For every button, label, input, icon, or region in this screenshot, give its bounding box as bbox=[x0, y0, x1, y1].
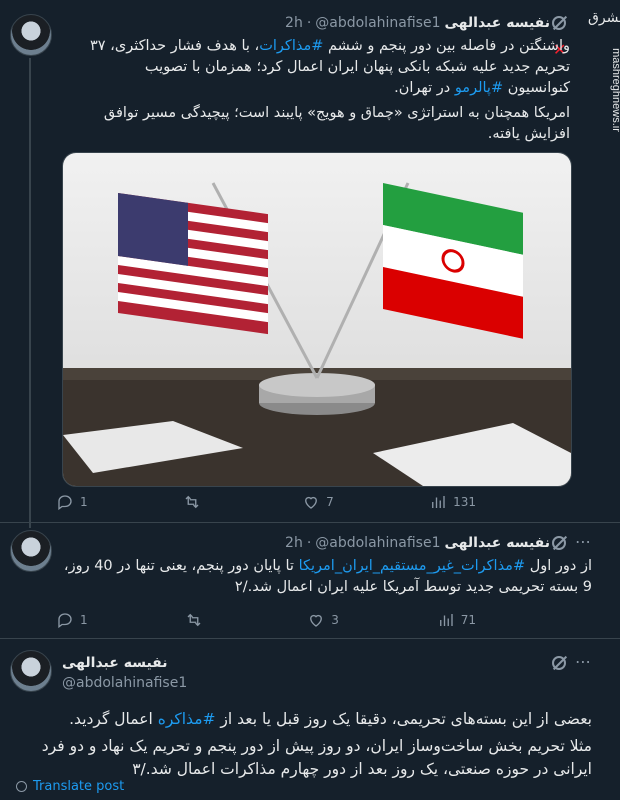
tweet-actions: 1 7 131 bbox=[56, 492, 476, 512]
reply-count: 1 bbox=[80, 495, 88, 509]
tweet-image[interactable] bbox=[62, 152, 572, 487]
hashtag-link[interactable]: #مذاکرات bbox=[259, 38, 323, 54]
like-button[interactable]: 3 bbox=[307, 610, 339, 630]
display-name[interactable]: نفیسه عبدالهی bbox=[445, 535, 551, 551]
retweet-icon bbox=[185, 495, 199, 509]
text-segment: بعضی از این بسته‌های تحریمی، دقیقا یک رو… bbox=[215, 710, 592, 728]
divider bbox=[0, 638, 620, 639]
hashtag-link[interactable]: #پالرمو bbox=[455, 80, 503, 96]
user-handle[interactable]: @abdolahinafise1 bbox=[315, 15, 440, 31]
tweet-paragraph: مثلا تحریم بخش ساخت‌وساز ایران، دو روز پ… bbox=[12, 735, 592, 781]
watermark: مشرق mashreghnews.ir bbox=[588, 10, 620, 132]
heart-icon bbox=[310, 614, 323, 627]
text-segment: از دور اول bbox=[525, 558, 592, 574]
tweet-paragraph: بعضی از این بسته‌های تحریمی، دقیقا یک رو… bbox=[12, 708, 592, 731]
retweet-button[interactable] bbox=[183, 492, 207, 512]
views-button[interactable]: 131 bbox=[429, 492, 476, 512]
tweet-actions: 1 3 71 bbox=[56, 610, 476, 630]
text-segment: امریکا همچنان به استراتژی «چماق و هویج» … bbox=[103, 105, 570, 142]
translate-post-link[interactable]: Translate post bbox=[16, 779, 124, 794]
tweet-header: نفیسه عبدالهی bbox=[62, 652, 168, 674]
like-count: 3 bbox=[331, 613, 339, 627]
timestamp[interactable]: 2h bbox=[285, 535, 303, 551]
tweet-text: بعضی از این بسته‌های تحریمی، دقیقا یک رو… bbox=[12, 708, 592, 785]
tweet-text: از دور اول #مذاکرات_غیر_مستقیم_ایران_امر… bbox=[60, 556, 592, 602]
avatar[interactable] bbox=[10, 530, 52, 572]
grok-icon[interactable] bbox=[552, 536, 566, 550]
grok-icon[interactable] bbox=[552, 656, 566, 670]
watermark-logo: مشرق bbox=[588, 10, 620, 26]
globe-icon bbox=[16, 781, 27, 792]
reply-icon bbox=[58, 495, 72, 511]
text-segment: در تهران. bbox=[394, 80, 455, 96]
timestamp[interactable]: 2h bbox=[285, 15, 303, 31]
views-icon bbox=[432, 496, 445, 508]
reply-count: 1 bbox=[80, 613, 88, 627]
views-count: 71 bbox=[460, 613, 476, 627]
heart-icon bbox=[305, 496, 318, 509]
retweet-icon bbox=[187, 613, 201, 627]
tweet-paragraph: از دور اول #مذاکرات_غیر_مستقیم_ایران_امر… bbox=[60, 556, 592, 598]
tweet-handle-row: @abdolahinafise1 bbox=[62, 672, 187, 694]
user-handle[interactable]: @abdolahinafise1 bbox=[315, 535, 440, 551]
display-name[interactable]: نفیسه عبدالهی bbox=[62, 655, 168, 671]
translate-label: Translate post bbox=[33, 779, 125, 794]
views-button[interactable]: 71 bbox=[437, 610, 476, 630]
thread-connector bbox=[29, 58, 31, 528]
reply-button[interactable]: 1 bbox=[56, 492, 88, 512]
tweet-text: واشنگتن در فاصله بین دور پنجم و ششم #مذا… bbox=[86, 36, 570, 149]
watermark-site: mashreghnews.ir bbox=[610, 48, 620, 132]
tweet-paragraph: واشنگتن در فاصله بین دور پنجم و ششم #مذا… bbox=[86, 36, 570, 99]
display-name[interactable]: نفیسه عبدالهی bbox=[445, 15, 551, 31]
reply-icon bbox=[58, 613, 72, 629]
views-icon bbox=[439, 614, 453, 626]
hashtag-link[interactable]: #مذاکرات_غیر_مستقیم_ایران_امریکا bbox=[299, 558, 526, 574]
flags-photo bbox=[63, 153, 571, 486]
tweet-header: 2h · @abdolahinafise1 نفیسه عبدالهی bbox=[56, 12, 550, 34]
text-segment: مثلا تحریم بخش ساخت‌وساز ایران، دو روز پ… bbox=[41, 737, 592, 778]
divider bbox=[0, 522, 620, 523]
avatar[interactable] bbox=[10, 14, 52, 56]
like-button[interactable]: 7 bbox=[302, 492, 334, 512]
more-options-icon[interactable]: ⋯ bbox=[575, 652, 592, 671]
separator-dot: · bbox=[306, 535, 312, 551]
avatar[interactable] bbox=[10, 650, 52, 692]
reply-button[interactable]: 1 bbox=[56, 610, 88, 630]
grok-icon[interactable] bbox=[552, 16, 566, 30]
retweet-button[interactable] bbox=[185, 610, 209, 630]
text-segment: اعمال گردید. bbox=[69, 710, 158, 728]
text-segment: واشنگتن در فاصله بین دور پنجم و ششم bbox=[323, 38, 570, 54]
tweet-header: 2h · @abdolahinafise1 نفیسه عبدالهی bbox=[56, 532, 550, 554]
views-count: 131 bbox=[453, 495, 476, 509]
user-handle[interactable]: @abdolahinafise1 bbox=[62, 675, 187, 691]
hashtag-link[interactable]: #مذاکره bbox=[158, 710, 216, 728]
like-count: 7 bbox=[326, 495, 334, 509]
tweet-paragraph: امریکا همچنان به استراتژی «چماق و هویج» … bbox=[86, 103, 570, 145]
separator-dot: · bbox=[306, 15, 312, 31]
more-options-icon[interactable]: ⋯ bbox=[575, 532, 592, 551]
